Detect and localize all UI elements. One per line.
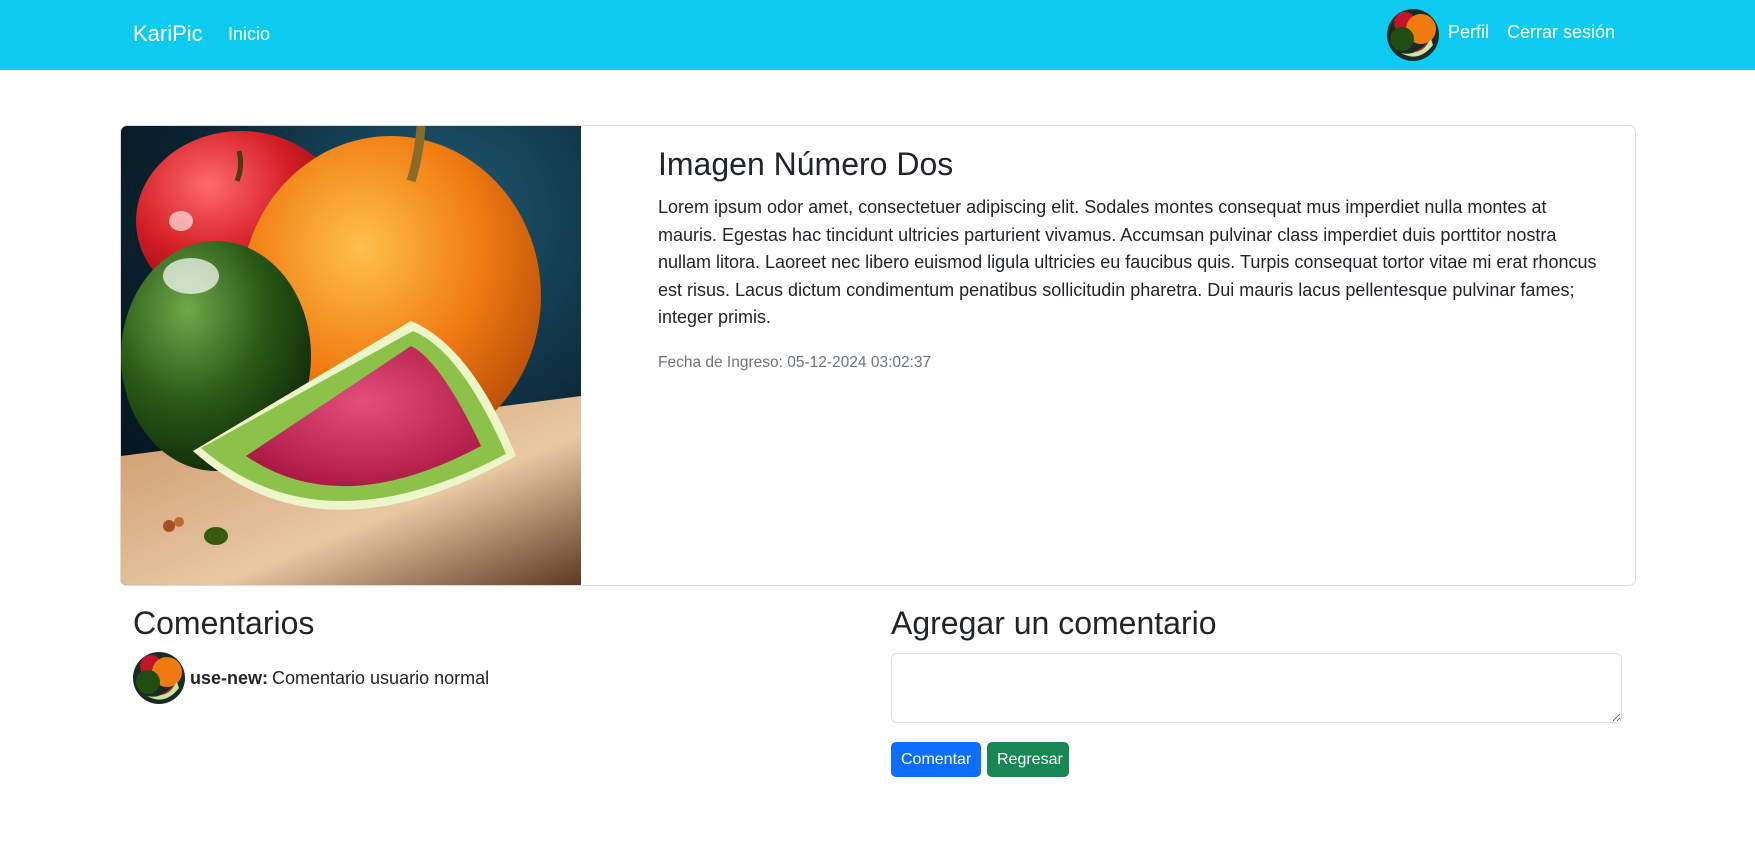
comment-username: use-new: bbox=[190, 668, 269, 688]
profile-avatar[interactable] bbox=[1387, 9, 1439, 61]
fruit-avatar-icon bbox=[133, 652, 185, 704]
comments-heading: Comentarios bbox=[133, 605, 315, 641]
add-comment-heading: Agregar un comentario bbox=[891, 605, 1217, 641]
list-item: use-new: Comentario usuario normal bbox=[133, 652, 833, 704]
comment-text: Comentario usuario normal bbox=[272, 668, 490, 688]
nav-link-inicio[interactable]: Inicio bbox=[228, 24, 270, 45]
image-date: Fecha de Ingreso: 05-12-2024 03:02:37 bbox=[658, 354, 932, 371]
brand-link[interactable]: KariPic bbox=[133, 21, 203, 47]
back-button[interactable]: Regresar bbox=[987, 742, 1069, 777]
top-navbar: KariPic Inicio Perfil Cerrar sesión bbox=[0, 0, 1755, 70]
comment-submit-button[interactable]: Comentar bbox=[891, 742, 981, 777]
nav-link-logout[interactable]: Cerrar sesión bbox=[1507, 22, 1615, 43]
nav-link-perfil[interactable]: Perfil bbox=[1448, 22, 1489, 43]
image-detail-card: Imagen Número Dos Lorem ipsum odor amet,… bbox=[120, 125, 1636, 586]
fruit-photo-illustration bbox=[121, 126, 581, 585]
fruit-avatar-icon bbox=[1387, 9, 1439, 61]
image-description: Lorem ipsum odor amet, consectetuer adip… bbox=[658, 197, 1597, 327]
comment-textarea[interactable] bbox=[891, 653, 1622, 723]
fruit-image bbox=[121, 126, 581, 585]
avatar bbox=[133, 652, 185, 704]
image-title: Imagen Número Dos bbox=[658, 146, 954, 182]
